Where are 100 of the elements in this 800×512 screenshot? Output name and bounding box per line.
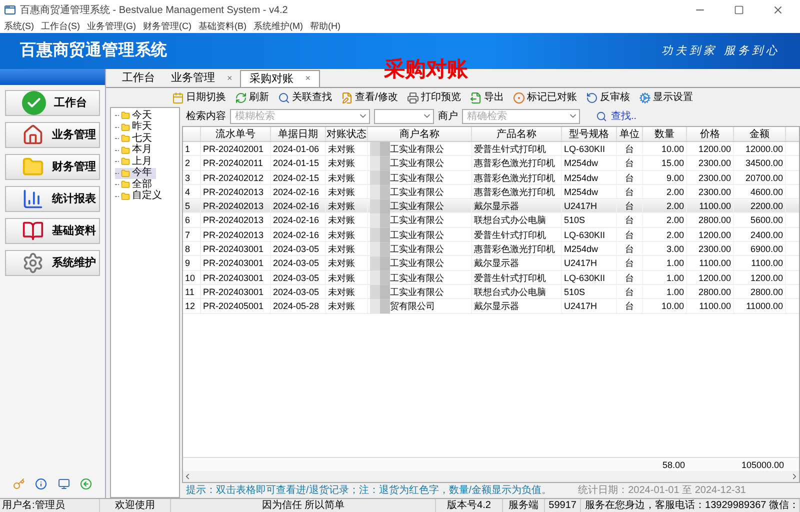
- column-header[interactable]: 型号规格: [562, 127, 617, 141]
- table-cell: 1.00: [643, 284, 687, 298]
- toolbar-button[interactable]: 查看/修改: [341, 90, 398, 105]
- menu-item[interactable]: 业务管理(G): [87, 22, 136, 31]
- menu-item[interactable]: 帮助(H): [310, 22, 340, 31]
- row-number: 3: [183, 170, 201, 184]
- sidebar-button[interactable]: 基础资料: [5, 218, 100, 244]
- sidebar-button[interactable]: 财务管理: [5, 154, 100, 180]
- table-cell: 未对账: [326, 170, 368, 184]
- table-cell: 台: [617, 270, 643, 284]
- table-cell: 台: [617, 242, 643, 256]
- scroll-left-icon[interactable]: [183, 472, 192, 481]
- table-cell: 1200.00: [734, 270, 786, 284]
- mark-icon: [512, 92, 525, 104]
- column-header[interactable]: 产品名称: [472, 127, 562, 141]
- sidebar-button[interactable]: 统计报表: [5, 186, 100, 212]
- table-cell: PR-202402013: [201, 228, 271, 242]
- table-cell: 联想台式办公电脑: [472, 284, 562, 298]
- toolbar-button[interactable]: 反审核: [586, 90, 630, 105]
- column-header[interactable]: 流水单号: [201, 127, 271, 141]
- toolbar-button[interactable]: 导出: [470, 90, 504, 105]
- tree-item[interactable]: 七天: [115, 133, 156, 144]
- tree-item[interactable]: 全部: [115, 179, 156, 190]
- row-number: 12: [183, 299, 201, 313]
- sidebar-button[interactable]: 系统维护: [5, 250, 100, 276]
- menu-item[interactable]: 系统(S): [4, 22, 34, 31]
- table-cell: 12000.00: [734, 142, 786, 156]
- monitor-icon[interactable]: [58, 478, 70, 490]
- table-cell: LQ-630KII: [562, 142, 617, 156]
- column-header[interactable]: 单据日期: [271, 127, 326, 141]
- window-title: 百惠商贸通管理系统 - Bestvalue Management System - v4.2: [20, 4, 288, 18]
- tree-item[interactable]: 今天: [115, 110, 156, 122]
- row-number: 7: [183, 228, 201, 242]
- tab[interactable]: 业务管理 ×: [163, 70, 240, 87]
- maximize-icon[interactable]: [734, 5, 744, 15]
- tab-close-button[interactable]: ×: [305, 72, 311, 86]
- table-cell: 未对账: [326, 284, 368, 298]
- table-cell: 11000.00: [734, 299, 786, 313]
- toolbar-button[interactable]: 日期切换: [172, 90, 226, 105]
- menu-item[interactable]: 基础资料(B): [198, 22, 246, 31]
- table-cell: 2024-03-05: [271, 284, 326, 298]
- table-cell: 台: [617, 156, 643, 170]
- column-header[interactable]: 单位: [617, 127, 643, 141]
- tab-close-button[interactable]: ×: [227, 72, 232, 86]
- tree-item[interactable]: 上月: [115, 156, 156, 168]
- status-field: 用户名:管理员: [0, 499, 100, 512]
- folder-icon: [121, 192, 130, 201]
- table-cell: 爱普生针式打印机: [472, 270, 562, 284]
- tab[interactable]: 工作台: [114, 70, 163, 87]
- merchant-field[interactable]: 精确检索: [462, 109, 580, 124]
- search-label: 检索内容: [186, 110, 226, 124]
- search-icon: [278, 92, 290, 104]
- column-header[interactable]: 数量: [643, 127, 687, 141]
- table-cell: 1200.00: [687, 228, 734, 242]
- toolbar-button[interactable]: 关联查找: [278, 90, 332, 105]
- tree-label: 全部: [132, 180, 152, 190]
- tab[interactable]: 采购对账 ×: [240, 70, 320, 87]
- tree-item[interactable]: 自定义: [115, 190, 166, 202]
- menu-item[interactable]: 工作台(S): [41, 22, 80, 31]
- toolbar-button[interactable]: 打印预览: [406, 90, 461, 105]
- info-icon[interactable]: [35, 478, 48, 490]
- column-header[interactable]: 对账状态: [326, 127, 368, 141]
- table-row[interactable]: 5 PR-202402013 2024-02-16 未对账 工实业有限公 戴尔显示器 U2417H 台 2.00 1100.00 2200.00: [183, 199, 799, 214]
- column-header[interactable]: 价格: [687, 127, 734, 141]
- scroll-right-icon[interactable]: [790, 472, 799, 481]
- tree-item[interactable]: 今年: [115, 168, 156, 179]
- table-cell: PR-202402011: [201, 156, 271, 170]
- toolbar-button[interactable]: 标记已对账: [512, 90, 577, 105]
- check-icon: [22, 91, 46, 115]
- column-header[interactable]: 金额: [734, 127, 786, 141]
- toolbar-button[interactable]: 显示设置: [638, 90, 693, 105]
- tab-label: 采购对账: [249, 72, 294, 87]
- tree-item[interactable]: 昨天: [115, 122, 156, 133]
- back-icon[interactable]: [80, 478, 92, 490]
- dropdown-field[interactable]: [374, 109, 434, 124]
- table-cell: 2300.00: [687, 156, 734, 170]
- table-cell: 2800.00: [734, 284, 786, 298]
- table-cell: 1100.00: [687, 199, 734, 212]
- table-cell: 1100.00: [687, 299, 734, 313]
- find-button[interactable]: 查找..: [596, 109, 637, 124]
- tree-label: 七天: [132, 134, 152, 144]
- menu-item[interactable]: 系统维护(M): [254, 22, 303, 31]
- search-field[interactable]: 模糊检索: [230, 109, 370, 124]
- table-cell: 戴尔显示器: [472, 256, 562, 270]
- table-cell: 台: [617, 256, 643, 270]
- table-cell: 台: [617, 213, 643, 227]
- table-cell: PR-202403001: [201, 242, 271, 256]
- menu-item[interactable]: 财务管理(C): [143, 22, 192, 31]
- sidebar-button[interactable]: 工作台: [5, 90, 100, 116]
- close-icon[interactable]: [772, 4, 784, 16]
- tree-item[interactable]: 本月: [115, 144, 156, 156]
- sidebar-button[interactable]: 业务管理: [5, 122, 100, 148]
- row-number: 6: [183, 213, 201, 227]
- table-cell: U2417H: [562, 199, 617, 212]
- table-cell: U2417H: [562, 299, 617, 313]
- table-cell: 未对账: [326, 199, 368, 212]
- table-cell: PR-202402013: [201, 213, 271, 227]
- toolbar-button[interactable]: 刷新: [235, 90, 269, 105]
- column-header[interactable]: 商户名称: [368, 127, 472, 141]
- table-cell: PR-202405001: [201, 299, 271, 313]
